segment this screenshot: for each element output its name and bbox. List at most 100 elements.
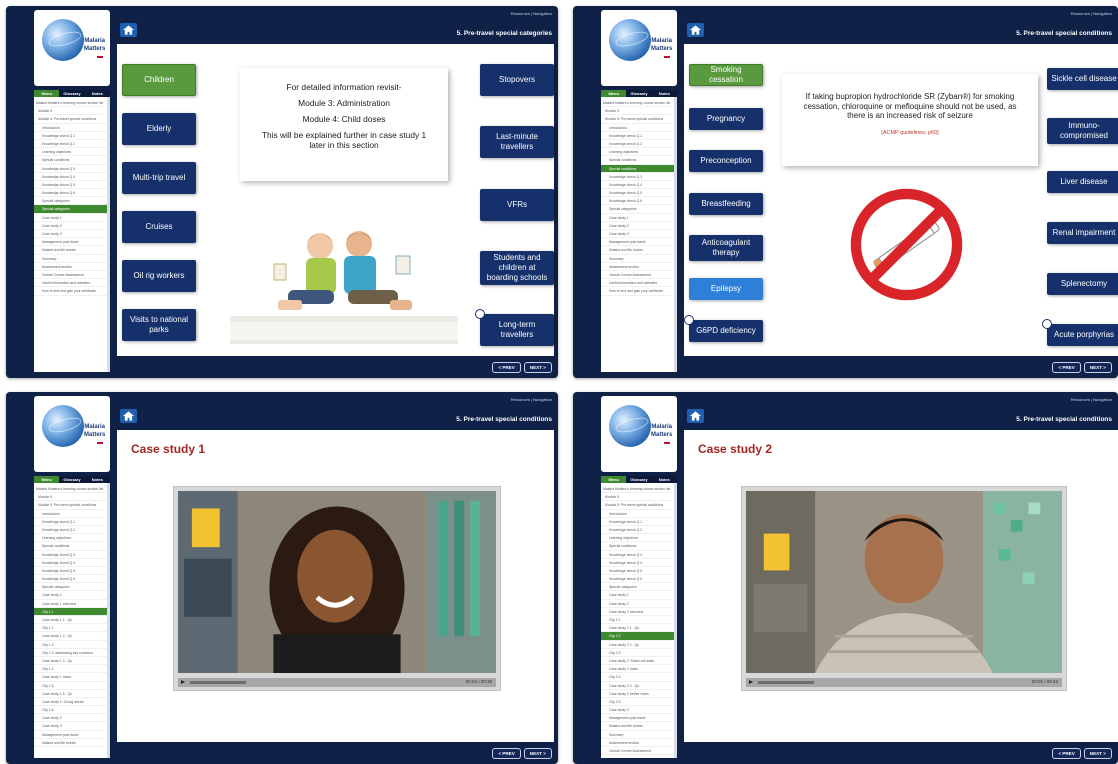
menu-item[interactable]: Case study 1 <box>34 214 110 222</box>
menu-item[interactable]: Summary <box>601 731 677 739</box>
menu-item[interactable]: Case study 1 <box>601 214 677 222</box>
resources-navigation-links[interactable]: Resources | Navigation <box>1071 397 1112 402</box>
stopovers-button[interactable]: Stopovers <box>480 64 554 96</box>
video-progress-bar[interactable] <box>758 681 814 684</box>
menu-item[interactable]: Learning objectives <box>34 534 110 543</box>
menu-item[interactable]: Knowledge check Q.6 <box>601 197 677 206</box>
tab-glossary[interactable]: Glossary <box>59 476 84 483</box>
menu-item[interactable]: Clip 2.2 <box>601 632 677 641</box>
menu-item[interactable]: Special categories <box>34 197 110 206</box>
menu-item[interactable]: Learning objectives <box>34 148 110 157</box>
menu-item[interactable]: Module 5 <box>601 493 677 502</box>
menu-item[interactable]: Case study 2 further notes <box>601 690 677 698</box>
menu-item[interactable]: How to end and gain your certificate <box>601 287 677 296</box>
next-button[interactable]: NEXT > <box>1083 362 1112 373</box>
play-icon[interactable] <box>181 680 185 684</box>
next-button[interactable]: NEXT > <box>523 748 552 759</box>
video-player[interactable]: 00:04 / 00:38 <box>173 486 501 691</box>
menu-item[interactable]: Special conditions <box>34 542 110 551</box>
menu-item[interactable]: Introduction <box>601 510 677 518</box>
menu-item[interactable]: Special categories <box>34 583 110 592</box>
menu-item[interactable]: Special conditions <box>34 156 110 165</box>
liver-disease-button[interactable]: Liver disease <box>1047 171 1118 193</box>
menu-item[interactable]: Case study 2.2 - Qs <box>601 641 677 649</box>
menu-item[interactable]: Knowledge check Q.3 <box>34 551 110 559</box>
home-button[interactable] <box>687 409 704 423</box>
menu-scrollbar[interactable] <box>107 97 110 372</box>
video-player[interactable]: 00:01 / 00:42 <box>741 486 1067 691</box>
menu-item[interactable]: Clip 1.2 <box>34 624 110 633</box>
menu-scrollbar[interactable] <box>674 483 677 758</box>
multi-trip-travel-button[interactable]: Multi-trip travel <box>122 162 196 194</box>
menu-item[interactable]: Knowledge check Q.4 <box>34 559 110 567</box>
tab-glossary[interactable]: Glossary <box>626 90 651 97</box>
menu-item[interactable]: Special conditions <box>601 164 677 173</box>
menu-item[interactable]: Case study 3 <box>601 230 677 239</box>
preconception-button[interactable]: Preconception <box>689 150 763 172</box>
long-term-travellers-button[interactable]: Long-term travellers <box>475 309 554 346</box>
students-boarding-schools-button[interactable]: Students and children at boarding school… <box>480 251 554 285</box>
visits-to-national-parks-button[interactable]: Visits to national parks <box>122 309 196 341</box>
g6pd-deficiency-button[interactable]: G6PD deficiency <box>684 315 763 342</box>
menu-item[interactable]: Management post travel <box>601 238 677 247</box>
next-button[interactable]: NEXT > <box>1083 748 1112 759</box>
oil-rig-workers-button[interactable]: Oil rig workers <box>122 260 196 292</box>
immunocompromised-button[interactable]: Immuno-compromised <box>1047 118 1118 144</box>
menu-item[interactable]: Knowledge check Q.2 <box>34 526 110 535</box>
menu-item[interactable]: Knowledge check Q.4 <box>601 181 677 190</box>
tab-menu[interactable]: Menu <box>601 476 627 483</box>
menu-item[interactable]: Clip 2.1 <box>601 616 677 625</box>
splenectomy-button[interactable]: Splenectomy <box>1047 273 1118 295</box>
last-minute-travellers-button[interactable]: Last-minute travellers <box>480 126 554 158</box>
elderly-button[interactable]: Elderly <box>122 113 196 145</box>
menu-item[interactable]: Case study 1.2 - Qs <box>34 632 110 641</box>
menu-item[interactable]: Malaria and life stories <box>34 739 110 747</box>
next-button[interactable]: NEXT > <box>523 362 552 373</box>
menu-item[interactable]: Useful information and websites <box>34 279 110 288</box>
menu-item[interactable]: Overall Course Assessment <box>34 271 110 280</box>
menu-item[interactable]: Case study 2 <box>601 600 677 608</box>
menu-item[interactable]: Introduction <box>34 124 110 132</box>
menu-item[interactable]: Case study 2 <box>601 222 677 230</box>
menu-item[interactable]: Knowledge check Q.1 <box>601 518 677 526</box>
menu-scrollbar[interactable] <box>107 483 110 758</box>
menu-scrollbar[interactable] <box>674 97 677 372</box>
menu-item[interactable]: Introduction <box>34 510 110 518</box>
menu-item[interactable]: Knowledge check Q.5 <box>34 567 110 576</box>
menu-item[interactable]: Case study 3 <box>601 706 677 715</box>
menu-item[interactable]: Case study 3 <box>34 722 110 731</box>
sickle-cell-disease-button[interactable]: Sickle cell disease <box>1047 68 1118 90</box>
tab-notes[interactable]: Notes <box>652 476 677 483</box>
tab-menu[interactable]: Menu <box>601 90 627 97</box>
menu-item[interactable]: Module 5: Pre-travel special conditions <box>34 115 110 124</box>
play-icon[interactable] <box>749 680 753 684</box>
acute-porphyrias-button[interactable]: Acute porphyrias <box>1042 319 1118 346</box>
smoking-cessation-button[interactable]: Smoking cessation <box>689 64 763 86</box>
children-button[interactable]: Children <box>122 64 196 96</box>
menu-item[interactable]: Case study 2.1 - Qs <box>601 624 677 633</box>
prev-button[interactable]: < PREV <box>492 362 521 373</box>
menu-item[interactable]: Management post travel <box>34 731 110 739</box>
menu-item[interactable]: Clip 2.4 <box>601 673 677 682</box>
menu-item[interactable]: Module 5: Pre-travel special conditions <box>34 501 110 510</box>
cruises-button[interactable]: Cruises <box>122 211 196 243</box>
menu-item[interactable]: Overall Course Assessment <box>601 271 677 280</box>
tab-notes[interactable]: Notes <box>85 476 110 483</box>
menu-item[interactable]: Malaria and life stories <box>601 722 677 731</box>
menu-item[interactable]: Clip 1.3 <box>34 641 110 649</box>
menu-item[interactable]: Case study 1 <box>601 591 677 600</box>
tab-glossary[interactable]: Glossary <box>59 90 84 97</box>
menu-item[interactable]: Management post travel <box>34 238 110 247</box>
menu-item[interactable]: Module 5 <box>34 493 110 502</box>
menu-item[interactable]: Assessment section <box>601 739 677 747</box>
menu-item[interactable]: Special categories <box>601 583 677 592</box>
menu-item[interactable]: Knowledge check Q.6 <box>34 575 110 584</box>
menu-item[interactable]: Knowledge check Q.1 <box>34 518 110 526</box>
menu-item[interactable]: Knowledge check Q.2 <box>34 140 110 149</box>
menu-item[interactable]: Knowledge check Q.3 <box>34 165 110 173</box>
menu-item[interactable]: Special conditions <box>601 542 677 551</box>
menu-item[interactable]: Knowledge check Q.1 <box>34 132 110 140</box>
menu-item[interactable]: Module 5 <box>34 107 110 116</box>
menu-item[interactable]: How to end and gain your certificate <box>34 287 110 296</box>
menu-item[interactable]: Special categories <box>34 205 110 214</box>
